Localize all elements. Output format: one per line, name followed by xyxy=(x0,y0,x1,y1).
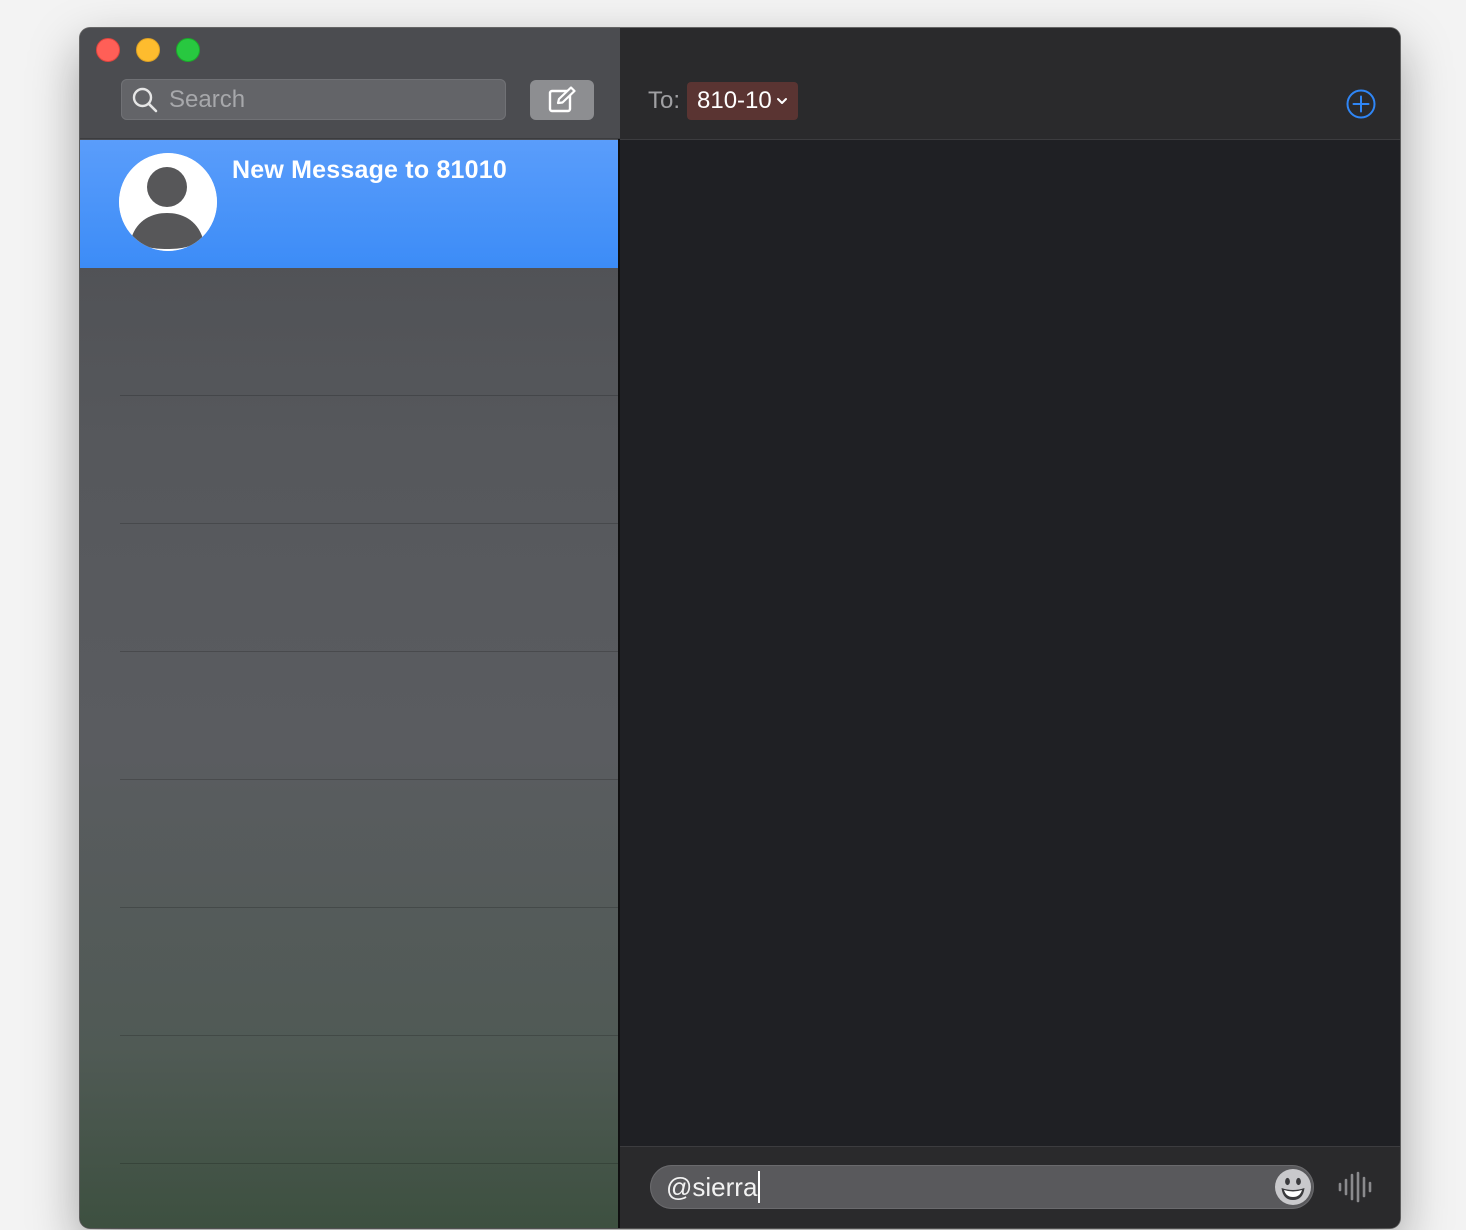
person-icon xyxy=(119,153,217,251)
chevron-down-icon xyxy=(776,98,787,104)
text-caret xyxy=(758,1171,761,1203)
recipient-name: 810-10 xyxy=(697,87,772,114)
search-field[interactable] xyxy=(121,79,506,120)
messages-window: New Message to 81010 To: 810-10 xyxy=(80,28,1400,1228)
composer-bar: @sierra xyxy=(620,1146,1400,1228)
plus-circle-icon xyxy=(1346,89,1376,119)
sidebar-toolbar xyxy=(80,28,620,139)
list-separator xyxy=(120,523,618,524)
search-icon xyxy=(132,87,158,112)
minimize-button[interactable] xyxy=(136,38,160,62)
compose-button[interactable] xyxy=(530,80,594,120)
search-input[interactable] xyxy=(167,84,471,115)
list-separator xyxy=(120,907,618,908)
list-separator xyxy=(120,395,618,396)
maximize-button[interactable] xyxy=(176,38,200,62)
avatar xyxy=(119,153,217,251)
sidebar: New Message to 81010 xyxy=(80,28,620,1228)
compose-icon xyxy=(548,86,576,113)
conversation-item-selected[interactable]: New Message to 81010 xyxy=(80,140,618,268)
list-separator xyxy=(120,1163,618,1164)
list-separator xyxy=(120,1035,618,1036)
add-recipient-button[interactable] xyxy=(1345,88,1377,125)
message-input[interactable]: @sierra xyxy=(650,1165,1314,1209)
list-separator xyxy=(120,651,618,652)
to-label: To: xyxy=(648,87,681,114)
audio-message-button[interactable] xyxy=(1337,1171,1375,1208)
message-text: @sierra xyxy=(666,1171,758,1202)
audio-waveform-icon xyxy=(1338,1171,1372,1203)
close-button[interactable] xyxy=(96,38,120,62)
smiley-icon xyxy=(1275,1169,1311,1205)
conversation-title: New Message to 81010 xyxy=(232,156,507,184)
recipient-token[interactable]: 810-10 xyxy=(687,82,798,120)
list-separator xyxy=(120,779,618,780)
emoji-button[interactable] xyxy=(1274,1168,1312,1211)
recipient-bar: To: 810-10 xyxy=(620,28,1400,140)
conversation-pane: To: 810-10 @sierra xyxy=(620,28,1400,1228)
